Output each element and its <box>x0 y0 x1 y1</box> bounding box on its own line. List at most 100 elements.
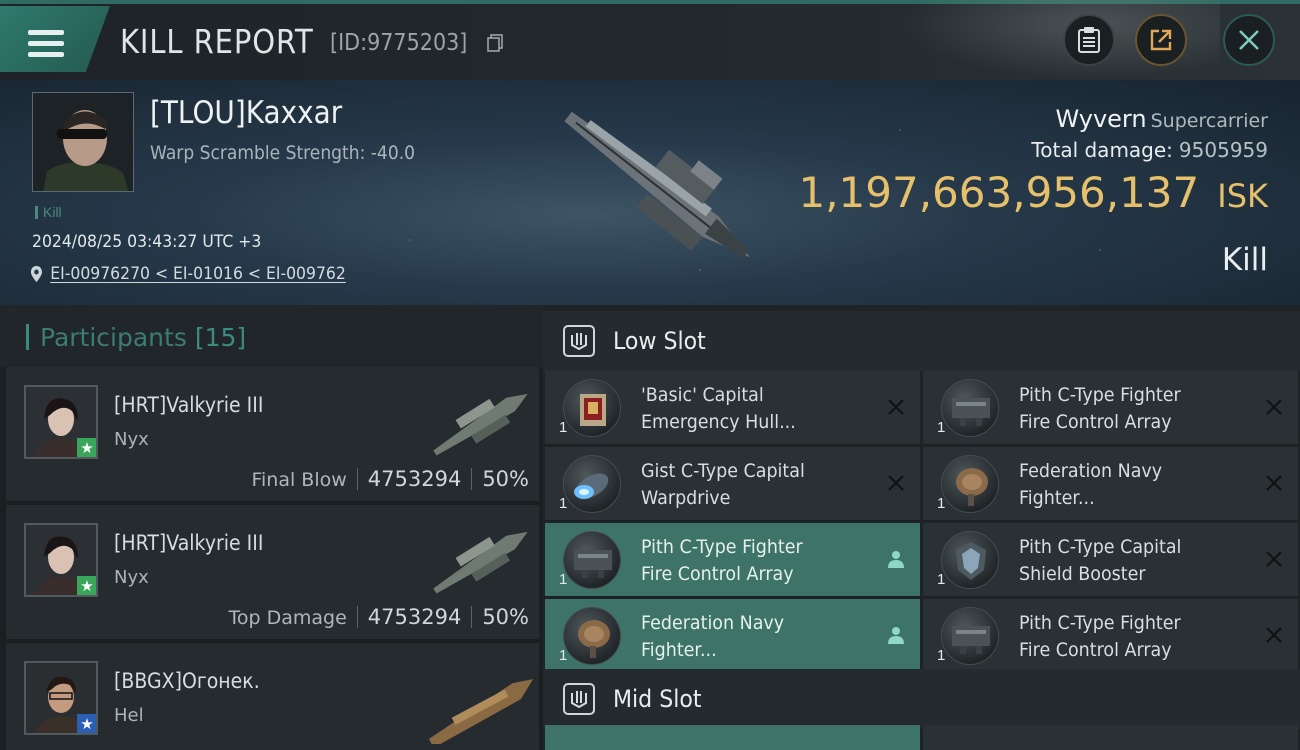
victim-ship-image[interactable] <box>520 80 790 305</box>
module-quantity: 1 <box>559 571 568 588</box>
module-name-line1: Pith C-Type Fighter <box>641 536 803 558</box>
module-name-line1: Pith C-Type Fighter <box>1019 612 1181 634</box>
module-item[interactable]: 1 'Basic' Capital Emergency Hull... <box>545 371 920 445</box>
location-link[interactable]: EI-00976270 < EI-01016 < EI-009762 <box>30 264 346 284</box>
module-name: Federation Navy Fighter... <box>1019 458 1249 512</box>
total-damage-label: Total damage: <box>1031 138 1173 162</box>
participants-count: [15] <box>194 323 247 352</box>
module-name-line1: Federation Navy <box>641 612 785 634</box>
victim-ship-name[interactable]: Wyvern Supercarrier <box>1055 105 1268 133</box>
isk-amount: 1,197,663,956,137 <box>798 168 1200 217</box>
participant-damage: 4753294 <box>367 605 462 629</box>
module-item[interactable]: 1 Federation Navy Fighter... <box>923 447 1298 521</box>
shield-booster-icon <box>941 531 999 589</box>
module-quantity: 1 <box>559 647 568 664</box>
header-accent-bar <box>26 324 29 350</box>
participant-stats: Top Damage 4753294 50% <box>229 605 530 629</box>
close-icon <box>1239 30 1259 50</box>
module-item[interactable]: 1 Pith C-Type Fighter Fire Control Array <box>923 599 1298 673</box>
total-damage: Total damage: 9505959 <box>1031 138 1268 162</box>
module-name-line1: 'Basic' Capital <box>641 384 764 406</box>
location-pin-icon <box>30 266 42 282</box>
destroyed-icon <box>884 395 908 419</box>
dropped-person-icon <box>884 623 908 647</box>
participant-role: Final Blow <box>251 469 347 491</box>
participant-damage: 4753294 <box>367 467 462 491</box>
destroyed-icon <box>884 471 908 495</box>
participant-stats: Final Blow 4753294 50% <box>251 467 529 491</box>
participant-ship-image <box>433 393 528 456</box>
fighter-dish-icon <box>563 607 621 665</box>
share-button[interactable] <box>1135 14 1187 66</box>
dropped-person-icon <box>884 547 908 571</box>
module-name-line2: Fire Control Array <box>1019 411 1172 433</box>
close-button[interactable] <box>1223 14 1275 66</box>
participant-name: [BBGX]Oгонек. <box>114 669 260 693</box>
location-text[interactable]: EI-00976270 < EI-01016 < EI-009762 <box>50 264 346 284</box>
participants-title-text: Participants <box>40 323 187 352</box>
destroyed-icon <box>1262 471 1286 495</box>
module-item[interactable]: 1 Pith C-Type Fighter Fire Control Array <box>545 523 920 597</box>
participant-ship-image <box>433 531 528 594</box>
standing-star-icon: ★ <box>77 714 96 733</box>
total-damage-value: 9505959 <box>1178 138 1268 162</box>
module-name: 'Basic' Capital Emergency Hull... <box>641 382 871 436</box>
module-item[interactable]: 1 Gist C-Type Capital Warpdrive <box>545 447 920 521</box>
copy-icon[interactable] <box>487 34 503 52</box>
participant-ship-image <box>428 679 534 744</box>
participant-portrait: ★ <box>24 385 98 459</box>
result-label: Kill <box>1221 242 1268 278</box>
fitting-panel: Low Slot 1 'Basic' Capital Emergency Hull… <box>543 305 1300 750</box>
module-item-partial[interactable] <box>545 725 920 750</box>
module-name: Federation Navy Fighter... <box>641 610 871 664</box>
module-name-line2: Emergency Hull... <box>641 411 796 433</box>
module-quantity: 1 <box>559 419 568 436</box>
warp-scramble-strength: Warp Scramble Strength: -40.0 <box>150 142 416 164</box>
ship-class-text: Supercarrier <box>1150 110 1268 132</box>
destroyed-icon <box>1262 395 1286 419</box>
low-slot-header[interactable]: Low Slot <box>543 311 1300 371</box>
victim-name[interactable]: [TLOU]Kaxxar <box>150 95 342 131</box>
warpdrive-icon <box>563 455 621 513</box>
participants-panel: Participants [15] ★ [HRT]Valkyrie III Ny… <box>0 305 543 750</box>
module-name-line2: Fire Control Array <box>1019 639 1172 661</box>
module-quantity: 1 <box>937 495 946 512</box>
participant-percent: 50% <box>482 605 529 629</box>
menu-button[interactable] <box>0 6 110 72</box>
page-title: KILL REPORT <box>120 22 314 61</box>
module-item[interactable]: 1 Federation Navy Fighter... <box>545 599 920 673</box>
module-quantity: 1 <box>559 495 568 512</box>
fighter-fire-control-icon <box>563 531 621 589</box>
participant-ship: Nyx <box>114 567 149 588</box>
module-name: Gist C-Type Capital Warpdrive <box>641 458 871 512</box>
clipboard-icon <box>1078 27 1100 53</box>
clipboard-button[interactable] <box>1063 14 1115 66</box>
module-item[interactable]: 1 Pith C-Type Capital Shield Booster <box>923 523 1298 597</box>
report-id: [ID:9775203] <box>330 30 468 56</box>
participant-portrait: ★ <box>24 523 98 597</box>
module-quantity: 1 <box>937 419 946 436</box>
participant-row[interactable]: ★ [HRT]Valkyrie III Nyx Top Damage 475329… <box>6 505 539 639</box>
participant-name: [HRT]Valkyrie III <box>114 393 264 417</box>
participants-header: Participants [15] <box>0 305 543 367</box>
mid-slot-title: Mid Slot <box>613 685 702 713</box>
module-name: Pith C-Type Fighter Fire Control Array <box>1019 610 1249 664</box>
mid-slot-header[interactable]: Mid Slot <box>543 669 1300 729</box>
standing-star-icon: ★ <box>77 438 96 457</box>
isk-value: 1,197,663,956,137 ISK <box>798 168 1268 217</box>
participant-row[interactable]: ★ [BBGX]Oгонек. Hel <box>6 643 539 750</box>
victim-panel: [TLOU]Kaxxar Warp Scramble Strength: -40… <box>0 80 1300 305</box>
victim-avatar <box>33 93 133 191</box>
participant-ship: Nyx <box>114 429 149 450</box>
fighter-fire-control-icon <box>941 607 999 665</box>
top-bar: KILL REPORT [ID:9775203] <box>0 0 1300 80</box>
hull-repairer-icon <box>563 379 621 437</box>
module-name-line1: Pith C-Type Capital <box>1019 536 1182 558</box>
module-item-partial[interactable] <box>923 725 1298 750</box>
victim-portrait[interactable] <box>32 92 134 192</box>
participant-row[interactable]: ★ [HRT]Valkyrie III Nyx Final Blow 475329… <box>6 367 539 501</box>
module-item[interactable]: 1 Pith C-Type Fighter Fire Control Array <box>923 371 1298 445</box>
ship-name-text: Wyvern <box>1055 105 1147 133</box>
module-name: Pith C-Type Capital Shield Booster <box>1019 534 1249 588</box>
low-slot-icon <box>563 325 595 357</box>
